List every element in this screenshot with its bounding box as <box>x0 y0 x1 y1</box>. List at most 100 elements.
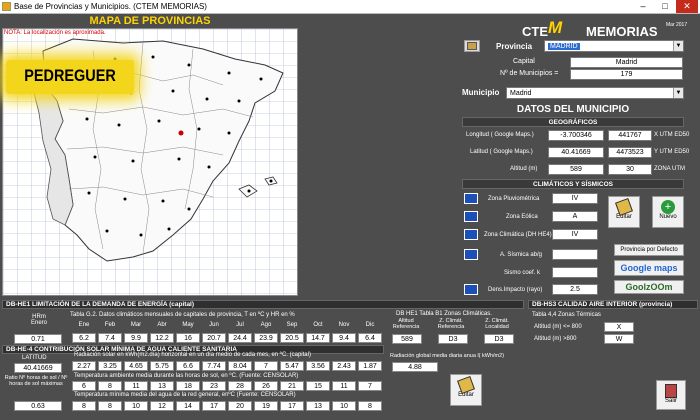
close-button[interactable]: ✕ <box>676 0 698 13</box>
pluv-field: IV <box>552 193 598 204</box>
coef-field <box>552 267 598 278</box>
temp-cell: 7.4 <box>98 333 122 343</box>
brand-m: M <box>548 18 563 37</box>
add-icon: + <box>661 200 675 214</box>
tagua-cell: 8 <box>72 401 96 411</box>
tagua-cell: 13 <box>306 401 330 411</box>
temp-cell: 23.9 <box>254 333 278 343</box>
municipio-select[interactable]: Madrid ▼ <box>506 87 684 99</box>
pluv-label: Zona Pluviométrica <box>488 196 540 202</box>
tamb-cell: 11 <box>124 381 148 391</box>
rayo-map-icon[interactable] <box>464 284 478 295</box>
climatica-field: IV <box>552 229 598 240</box>
num-municipios-label: Nº de Municipios = <box>500 70 559 77</box>
eolica-map-icon[interactable] <box>464 211 478 222</box>
version-label: Mar 2017 <box>666 22 688 28</box>
tagua-label: Temperatura mínima media del agua de la … <box>74 392 296 398</box>
g800-label: Altitud (m) >800 <box>534 336 577 342</box>
municipio-label: Municipio <box>462 88 500 97</box>
provincia-defecto-button[interactable]: Provincia por Defecto <box>614 244 684 256</box>
tamb-label: Temperatura ambiente media durante las h… <box>74 373 299 379</box>
lon-field: -3.700346 <box>548 130 604 141</box>
exit-icon <box>665 384 677 398</box>
tamb-cell: 15 <box>306 381 330 391</box>
z-ref-field: D3 <box>438 334 468 344</box>
province-select[interactable]: MADRID ▼ <box>544 40 684 52</box>
app-icon <box>2 2 11 11</box>
month-cell: Jul <box>236 322 244 328</box>
rad-cell: 7 <box>254 361 278 371</box>
salir-button[interactable]: Salir <box>656 380 686 410</box>
tagua-cell: 14 <box>176 401 200 411</box>
z-loc-label: Z. Climát. Localidad <box>485 318 509 330</box>
tamb-cell: 13 <box>150 381 174 391</box>
editar-button[interactable]: Editar <box>608 196 640 228</box>
window-title: Base de Provincias y Municipios. (CTEM M… <box>14 2 207 11</box>
rad-cell: 3.56 <box>306 361 330 371</box>
tamb-cell: 18 <box>176 381 200 391</box>
z-ref-label: Z. Climát. Referencia <box>437 318 465 330</box>
ratio-field: 0.63 <box>14 401 62 411</box>
temp-cell: 9.4 <box>332 333 356 343</box>
rad-cell: 8.04 <box>228 361 252 371</box>
chevron-down-icon[interactable]: ▼ <box>673 41 683 51</box>
rad-cell: 5.47 <box>280 361 304 371</box>
month-cell: Ago <box>260 322 272 328</box>
month-cell: Sep <box>286 322 298 328</box>
month-cell: Dic <box>365 322 375 328</box>
minimize-button[interactable]: – <box>632 0 654 13</box>
z-loc-field: D3 <box>484 334 514 344</box>
rad-cell: 2.27 <box>72 361 96 371</box>
rad-anual-label: Radiación global media diaria anua l( kW… <box>390 353 505 359</box>
map-note: NOTA: La localización es aproximada. <box>4 30 106 36</box>
rad-cell: 1.87 <box>358 361 382 371</box>
editar-bottom-button[interactable]: Editar <box>450 374 482 406</box>
municipio-select-value: Madrid <box>510 90 532 97</box>
geo-header: GEOGRÁFICOS <box>462 117 684 127</box>
maximize-button[interactable]: □ <box>654 0 676 13</box>
tamb-cell: 11 <box>332 381 356 391</box>
tagua-cell: 10 <box>124 401 148 411</box>
month-cell: Mar <box>130 322 142 328</box>
province-label: Provincia <box>496 42 533 51</box>
tagua-cell: 10 <box>332 401 356 411</box>
tamb-cell: 26 <box>254 381 278 391</box>
temp-cell: 16 <box>176 333 200 343</box>
temp-cell: 24.4 <box>228 333 252 343</box>
hs3-header: DB-HS3 CALIDAD AIRE INTERIOR (provincia) <box>528 300 698 309</box>
g800-field: W <box>604 334 634 344</box>
google-maps-button[interactable]: Google maps <box>614 260 684 276</box>
tagua-cell: 19 <box>254 401 278 411</box>
pluv-map-icon[interactable] <box>464 193 478 204</box>
sismica-map-icon[interactable] <box>464 249 478 260</box>
chevron-down-icon[interactable]: ▼ <box>673 88 683 98</box>
capital-field: Madrid <box>570 57 683 68</box>
province-map-button[interactable] <box>464 40 480 52</box>
logo-text: PEDREGUER <box>24 66 116 85</box>
month-cell: Ene <box>78 322 90 328</box>
month-cell: May <box>182 322 194 328</box>
pedreguer-logo: PEDREGUER <box>6 60 134 94</box>
rad-anual-field: 4.88 <box>392 362 438 372</box>
salir-button-label: Salir <box>664 398 677 404</box>
tamb-cell: 7 <box>358 381 382 391</box>
nuevo-button[interactable]: + Nuevo <box>652 196 684 228</box>
tamb-cell: 21 <box>280 381 304 391</box>
lat-label: Latitud ( Google Maps.) <box>470 149 533 155</box>
tamb-cell: 23 <box>202 381 226 391</box>
hs3-tabla-label: Tabla 4,4 Zonas Térmicas <box>532 312 601 318</box>
tagua-cell: 20 <box>228 401 252 411</box>
lon-label: Longitud ( Google Maps.) <box>466 132 534 138</box>
rayo-label: Dens.Impacto (rayo) <box>488 287 543 293</box>
eolica-label: Zona Eólica <box>506 214 538 220</box>
utm-y-label: Y UTM ED50 <box>654 149 690 155</box>
nuevo-button-label: Nuevo <box>659 214 677 220</box>
zona-utm-field: 30 <box>608 164 652 175</box>
climatica-map-icon[interactable] <box>464 229 478 240</box>
goolzoom-button[interactable]: GoolzOOm <box>614 280 684 294</box>
rad-cell: 5.75 <box>150 361 174 371</box>
he1-header: DB-HE1 LIMITACIÓN DE LA DEMANDA DE ENERG… <box>2 300 524 309</box>
utm-y-field: 4473523 <box>608 147 652 158</box>
rad-cell: 4.65 <box>124 361 148 371</box>
sismica-field <box>552 249 598 260</box>
